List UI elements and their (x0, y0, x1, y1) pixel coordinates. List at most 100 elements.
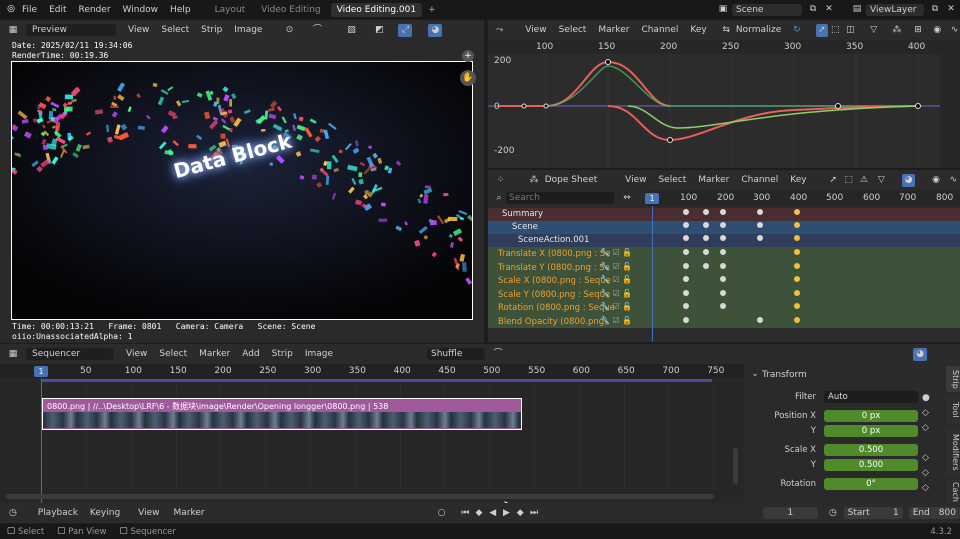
sidebar-tab-cache[interactable]: Cach (946, 480, 960, 504)
seq-menu-strip[interactable]: Strip (272, 349, 293, 359)
keyframe[interactable] (683, 263, 689, 269)
position-x-field[interactable]: 0 px (824, 410, 918, 422)
menu-render[interactable]: Render (79, 5, 111, 15)
keyframe[interactable] (703, 222, 709, 228)
menu-file[interactable]: File (22, 5, 37, 15)
dope-menu-select[interactable]: Select (658, 175, 686, 185)
filter-dropdown[interactable]: Auto (824, 391, 918, 403)
keyframe[interactable] (683, 222, 689, 228)
keyframe-diamond-icons[interactable]: ● ◇ ◇ ◇ ◇ ◇ (922, 391, 930, 496)
proportional-icon[interactable]: ◉ (932, 24, 943, 37)
jump-end-icon[interactable]: ⏭ (527, 507, 541, 520)
ghost-icon[interactable]: ◫ (845, 24, 856, 37)
keyframe[interactable] (683, 317, 689, 323)
seq-editor-type-icon[interactable]: ▦ (6, 348, 20, 361)
dope-menu-marker[interactable]: Marker (698, 175, 729, 185)
keyframe[interactable] (794, 235, 800, 241)
preview-viewport[interactable]: Date: 2025/02/11 19:34:06 RenderTime: 00… (0, 40, 484, 343)
delete-scene-icon[interactable]: ✕ (822, 3, 836, 16)
menu-strip[interactable]: Strip (201, 25, 222, 35)
seq-horizontal-scrollbar[interactable] (6, 494, 714, 499)
filter-icon[interactable]: ▽ (868, 24, 879, 37)
menu-select[interactable]: Select (161, 25, 189, 35)
keyframe[interactable] (794, 290, 800, 296)
keyframe[interactable] (794, 276, 800, 282)
keyframe[interactable] (720, 303, 726, 309)
snap-icon[interactable]: ⌒ (310, 24, 324, 37)
record-icon[interactable]: ○ (435, 507, 449, 520)
snap-graph-icon[interactable]: ⊞ (912, 24, 923, 37)
keyframe[interactable] (683, 235, 689, 241)
pivot-graph-icon[interactable]: ⁂ (891, 24, 902, 37)
add-workspace-button[interactable]: + (428, 5, 436, 15)
sidebar-tab-modifiers[interactable]: Modifiers (946, 428, 960, 476)
next-keyframe-icon[interactable]: ◆ (513, 507, 527, 520)
menu-window[interactable]: Window (123, 5, 159, 15)
graph-menu-key[interactable]: Key (690, 25, 706, 35)
graph-menu-marker[interactable]: Marker (598, 25, 629, 35)
curve-icon[interactable]: ∿ (949, 24, 960, 37)
menu-edit[interactable]: Edit (49, 5, 66, 15)
refresh-icon[interactable]: ↻ (791, 24, 802, 37)
keyframe[interactable] (683, 290, 689, 296)
new-scene-icon[interactable]: ⧉ (806, 3, 820, 16)
keyframe[interactable] (757, 222, 763, 228)
dope-menu-key[interactable]: Key (790, 175, 806, 185)
view-layer-icon[interactable]: ▤ (850, 3, 864, 16)
dope-view-icon[interactable]: ⬚ (842, 174, 855, 187)
keyframe[interactable] (757, 317, 763, 323)
timeline-editor-type-icon[interactable]: ◷ (6, 507, 20, 520)
start-field[interactable]: Start 1 (843, 507, 903, 519)
image-strip[interactable]: 0800.png | //..\Desktop\LRF\6 - 数据块\imag… (42, 398, 522, 430)
overlay-icon[interactable]: ◕ (428, 23, 443, 37)
jump-start-icon[interactable]: ⏮ (458, 507, 472, 520)
keyframe[interactable] (683, 249, 689, 255)
dope-editor-type-icon[interactable]: ⁘ (494, 174, 507, 187)
scene-field[interactable]: Scene (732, 3, 802, 16)
play-reverse-icon[interactable]: ◀ (486, 507, 500, 520)
overlap-mode-dropdown[interactable]: Shuffle (427, 348, 486, 360)
dope-keyframes[interactable] (488, 190, 960, 342)
only-selected-icon[interactable]: ⬚ (830, 24, 841, 37)
normalize-icon[interactable]: ⇆ (721, 24, 732, 37)
graph-editor-type-icon[interactable]: ⤳ (494, 24, 505, 37)
keyframe[interactable] (720, 276, 726, 282)
warning-icon[interactable]: ⚠ (857, 174, 870, 187)
prev-keyframe-icon[interactable]: ◆ (472, 507, 486, 520)
dope-curve-icon[interactable]: ∿ (947, 174, 960, 187)
graph-menu-select[interactable]: Select (559, 25, 587, 35)
channels-icon[interactable]: ▧ (344, 24, 358, 37)
tab-video-editing[interactable]: Video Editing (261, 5, 320, 15)
scale-y-field[interactable]: 0.500 (824, 459, 918, 471)
graph-menu-channel[interactable]: Channel (641, 25, 678, 35)
rotation-field[interactable]: 0° (824, 478, 918, 490)
tab-layout[interactable]: Layout (215, 5, 246, 15)
select-cursor-icon[interactable]: ➚ (816, 23, 828, 37)
pan-hand-icon[interactable]: ✋ (460, 70, 476, 86)
seq-menu-view[interactable]: View (126, 349, 147, 359)
scene-icon[interactable]: ▣ (716, 3, 730, 16)
seq-menu-add[interactable]: Add (242, 349, 259, 359)
dope-select-icon[interactable]: ➚ (827, 174, 840, 187)
playback-menu[interactable]: Playback (38, 508, 78, 518)
keyframe[interactable] (757, 235, 763, 241)
keyframe[interactable] (794, 263, 800, 269)
keyframe[interactable] (703, 249, 709, 255)
scale-x-field[interactable]: 0.500 (824, 444, 918, 456)
clock-icon[interactable]: ◷ (826, 507, 840, 520)
keying-menu[interactable]: Keying (90, 508, 120, 518)
keyframe[interactable] (720, 235, 726, 241)
menu-image[interactable]: Image (234, 25, 262, 35)
menu-help[interactable]: Help (170, 5, 191, 15)
sequencer-mode-dropdown[interactable]: Sequencer (26, 348, 114, 360)
keyframe[interactable] (794, 249, 800, 255)
dope-proportional-icon[interactable]: ◉ (929, 174, 942, 187)
keyframe[interactable] (683, 276, 689, 282)
zoom-in-icon[interactable]: + (462, 50, 474, 62)
position-y-field[interactable]: 0 px (824, 425, 918, 437)
timeline-view-menu[interactable]: View (138, 508, 159, 518)
play-icon[interactable]: ▶ (500, 507, 514, 520)
keyframe[interactable] (757, 209, 763, 215)
seq-vertical-scrollbar[interactable] (733, 448, 738, 484)
dope-filter-icon[interactable]: ▽ (875, 174, 888, 187)
